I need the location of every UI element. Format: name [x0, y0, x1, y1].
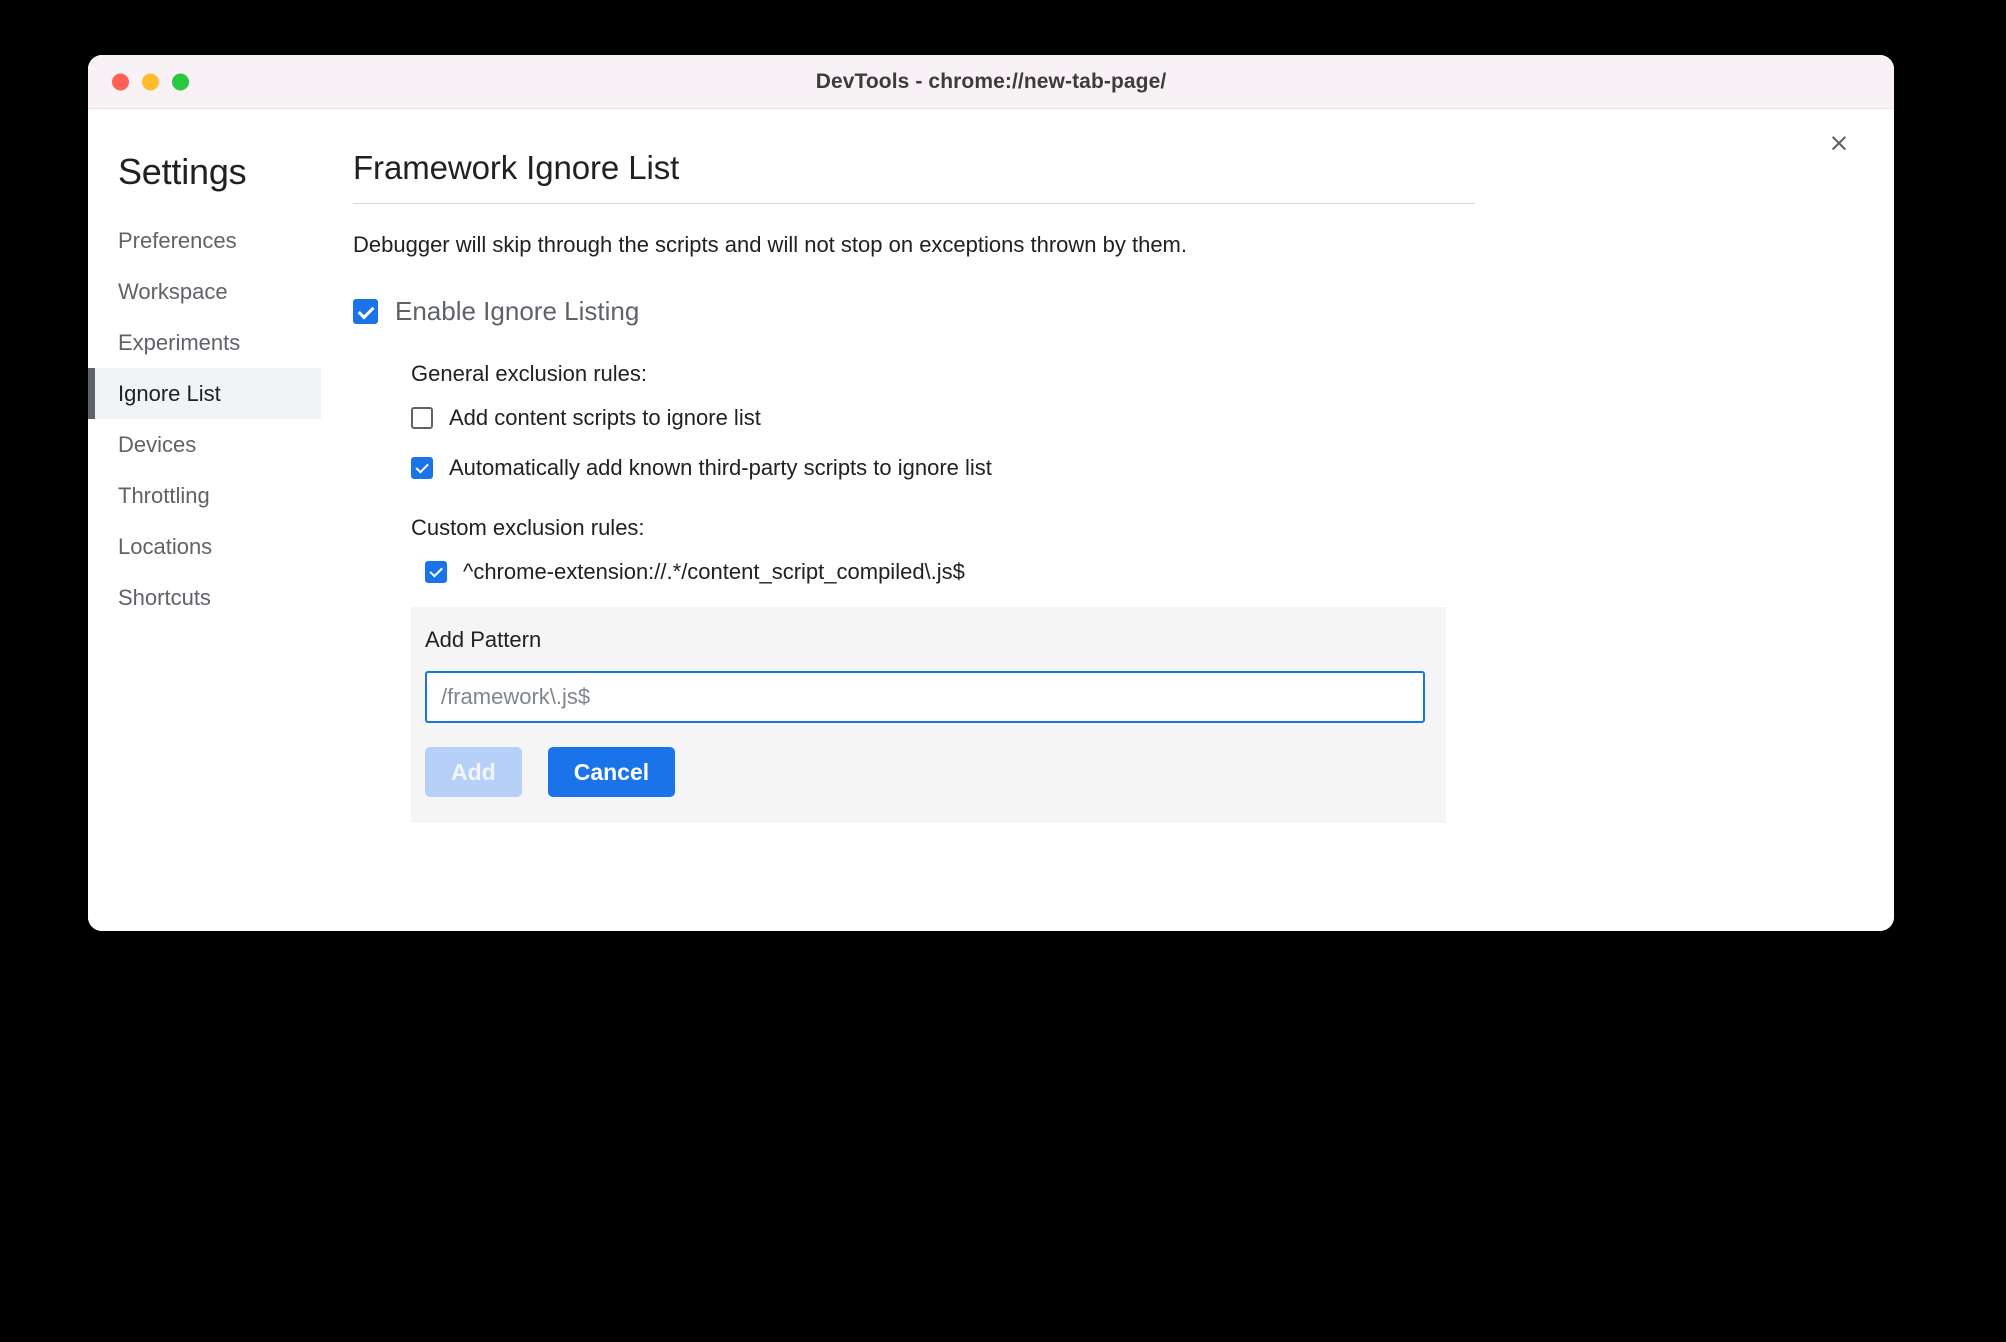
window-title: DevTools - chrome://new-tab-page/: [815, 69, 1167, 93]
window-titlebar: DevTools - chrome://new-tab-page/: [88, 55, 1894, 109]
pattern-input[interactable]: [425, 671, 1425, 723]
sidebar-item-ignore-list[interactable]: Ignore List: [88, 368, 321, 419]
devtools-window: DevTools - chrome://new-tab-page/ Settin…: [88, 55, 1894, 931]
sidebar-item-shortcuts[interactable]: Shortcuts: [88, 572, 321, 623]
panel-description: Debugger will skip through the scripts a…: [353, 232, 1187, 257]
settings-dialog-body: Settings Preferences Workspace Experimen…: [88, 109, 1894, 931]
close-window-button[interactable]: [112, 73, 129, 90]
enable-ignore-listing-checkbox[interactable]: Enable Ignore Listing: [353, 296, 1894, 327]
checkbox-checked-icon[interactable]: [411, 457, 433, 479]
sidebar-item-label: Workspace: [118, 278, 228, 304]
traffic-light-controls: [112, 73, 189, 90]
sidebar-item-label: Throttling: [118, 482, 210, 508]
maximize-window-button[interactable]: [172, 73, 189, 90]
checkbox-checked-icon[interactable]: [425, 561, 447, 583]
custom-rules-list: ^chrome-extension://.*/content_script_co…: [411, 559, 1894, 585]
sidebar-item-preferences[interactable]: Preferences: [88, 215, 321, 266]
custom-rule-pattern: ^chrome-extension://.*/content_script_co…: [463, 559, 965, 584]
sidebar-item-workspace[interactable]: Workspace: [88, 266, 321, 317]
ignore-list-panel: × Framework Ignore List Debugger will sk…: [321, 109, 1894, 931]
add-pattern-actions: Add Cancel: [425, 747, 1446, 797]
sidebar-item-label: Locations: [118, 533, 213, 559]
custom-rule-row[interactable]: ^chrome-extension://.*/content_script_co…: [425, 559, 1894, 585]
cancel-button[interactable]: Cancel: [547, 747, 676, 797]
title-divider: [353, 203, 1475, 204]
auto-add-third-party-label: Automatically add known third-party scri…: [449, 455, 992, 480]
general-exclusion-rules-label: General exclusion rules:: [411, 361, 648, 386]
sidebar-item-label: Ignore List: [118, 380, 221, 406]
auto-add-third-party-checkbox[interactable]: Automatically add known third-party scri…: [411, 455, 1894, 481]
enable-ignore-listing-label: Enable Ignore Listing: [395, 296, 640, 326]
page-title: Framework Ignore List: [353, 149, 680, 186]
sidebar-item-experiments[interactable]: Experiments: [88, 317, 321, 368]
add-pattern-panel: Add Pattern Add Cancel: [411, 607, 1446, 823]
sidebar-item-locations[interactable]: Locations: [88, 521, 321, 572]
custom-exclusion-rules-label: Custom exclusion rules:: [411, 515, 645, 540]
add-button[interactable]: Add: [425, 747, 522, 797]
add-pattern-title: Add Pattern: [425, 627, 542, 652]
settings-heading: Settings: [118, 151, 247, 192]
sidebar-item-label: Experiments: [118, 329, 241, 355]
minimize-window-button[interactable]: [142, 73, 159, 90]
rules-group: General exclusion rules: Add content scr…: [411, 361, 1894, 823]
add-content-scripts-checkbox[interactable]: Add content scripts to ignore list: [411, 405, 1894, 431]
sidebar-item-devices[interactable]: Devices: [88, 419, 321, 470]
settings-sidebar: Settings Preferences Workspace Experimen…: [88, 109, 321, 931]
checkbox-unchecked-icon[interactable]: [411, 407, 433, 429]
sidebar-item-throttling[interactable]: Throttling: [88, 470, 321, 521]
sidebar-item-label: Preferences: [118, 227, 237, 253]
sidebar-item-label: Shortcuts: [118, 584, 211, 610]
checkbox-checked-icon[interactable]: [353, 299, 378, 324]
sidebar-item-label: Devices: [118, 431, 197, 457]
add-content-scripts-label: Add content scripts to ignore list: [449, 405, 761, 430]
close-icon[interactable]: ×: [1822, 125, 1856, 159]
